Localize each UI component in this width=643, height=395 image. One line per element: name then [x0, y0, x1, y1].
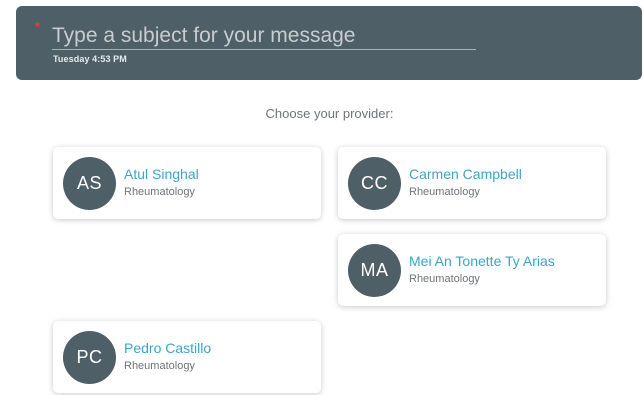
provider-name[interactable]: Pedro Castillo — [124, 340, 211, 356]
provider-specialty: Rheumatology — [124, 360, 195, 372]
provider-card-mei-an-tonette-ty-arias[interactable]: MA Mei An Tonette Ty Arias Rheumatology — [338, 234, 606, 306]
message-timestamp: Tuesday 4:53 PM — [53, 54, 127, 64]
provider-specialty: Rheumatology — [409, 273, 480, 285]
provider-name[interactable]: Mei An Tonette Ty Arias — [409, 253, 555, 269]
message-header: * Tuesday 4:53 PM — [16, 6, 642, 80]
avatar: AS — [63, 157, 116, 210]
avatar: MA — [348, 244, 401, 297]
choose-provider-prompt: Choose your provider: — [265, 106, 394, 121]
provider-specialty: Rheumatology — [124, 186, 195, 198]
provider-card-carmen-campbell[interactable]: CC Carmen Campbell Rheumatology — [338, 147, 606, 219]
provider-name[interactable]: Atul Singhal — [124, 166, 199, 182]
subject-input[interactable] — [52, 22, 476, 50]
avatar: CC — [348, 157, 401, 210]
provider-name[interactable]: Carmen Campbell — [409, 166, 522, 182]
provider-card-pedro-castillo[interactable]: PC Pedro Castillo Rheumatology — [53, 321, 321, 393]
provider-specialty: Rheumatology — [409, 186, 480, 198]
required-indicator: * — [35, 19, 41, 34]
provider-card-atul-singhal[interactable]: AS Atul Singhal Rheumatology — [53, 147, 321, 219]
avatar: PC — [63, 331, 116, 384]
